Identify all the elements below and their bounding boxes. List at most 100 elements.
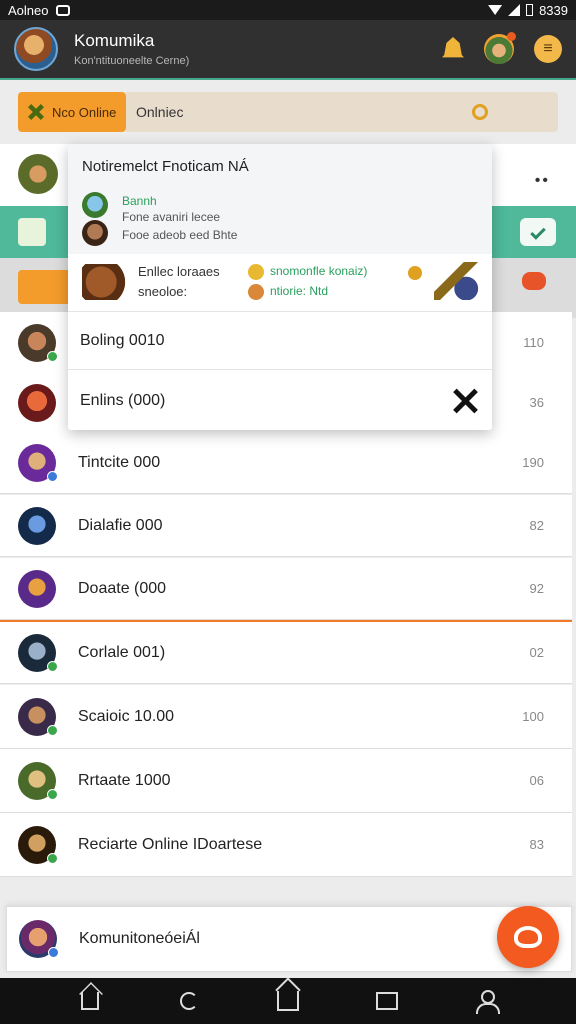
list-item[interactable]: Rrtaate 1000 06 xyxy=(0,749,572,813)
user-icon xyxy=(476,990,501,1014)
gamepad-icon xyxy=(514,926,542,948)
online-badge-icon xyxy=(47,724,58,736)
sender-message-line: Fone avaniri lecee xyxy=(122,210,221,224)
avatar xyxy=(18,697,58,736)
status-bar: Aolneo 8339 xyxy=(0,0,576,20)
bottom-chat-card[interactable]: KomunitoneóeiÁl xyxy=(6,906,572,972)
list-item-count: 190 xyxy=(522,455,544,470)
status-badge-icon xyxy=(48,947,59,958)
compose-fab-button[interactable] xyxy=(497,906,559,968)
online-badge-icon xyxy=(47,852,58,864)
list-item-count: 100 xyxy=(522,709,544,724)
avatar xyxy=(18,825,58,864)
profile-avatar[interactable] xyxy=(14,27,58,71)
bell-icon[interactable] xyxy=(442,37,464,58)
emoji-icon xyxy=(248,284,264,300)
list-item[interactable]: Dialafie 000 82 xyxy=(0,495,572,557)
online-chip-label: Nco Online xyxy=(52,104,117,120)
list-item-name: Reciarte Online IDoartese xyxy=(78,835,263,853)
app-title: Komumika xyxy=(74,31,155,50)
list-item[interactable]: Tintcite 000 190 xyxy=(0,432,572,494)
hero-icon[interactable] xyxy=(484,32,516,64)
online-badge-icon xyxy=(47,660,58,672)
list-item-count: 92 xyxy=(529,581,544,596)
coin-icon xyxy=(408,266,422,280)
popup-header: Notiremelct Fnoticam NÁ Bannh Fone avani… xyxy=(68,144,492,254)
list-item-name: Doaate (000 xyxy=(78,579,167,597)
list-item[interactable]: Scaioic 10.00 100 xyxy=(0,685,572,749)
list-item-count: 83 xyxy=(529,837,544,852)
search-input-value: Onlniec xyxy=(136,104,184,120)
battery-icon xyxy=(526,4,534,16)
online-badge-icon xyxy=(47,350,58,362)
list-item[interactable]: Reciarte Online IDoartese 83 xyxy=(0,813,572,877)
crossed-swords-icon xyxy=(28,104,44,120)
refresh-icon xyxy=(179,992,198,1010)
attachment-label: Enllec loraaes xyxy=(138,264,220,279)
list-item-name: Scaioic 10.00 xyxy=(78,707,175,725)
notification-popup: Notiremelct Fnoticam NÁ Bannh Fone avani… xyxy=(68,144,492,430)
status-badge-icon xyxy=(47,470,58,482)
nav-inbox[interactable] xyxy=(367,981,407,1021)
avatar xyxy=(18,383,56,422)
popup-menu-item-label: Enlins (000) xyxy=(80,392,166,409)
attachment-label: sneoloe: xyxy=(138,284,188,299)
list-item[interactable]: Doaate (000 92 xyxy=(0,558,572,620)
avatar xyxy=(18,506,56,545)
list-item-count: 36 xyxy=(529,395,544,410)
online-filter-chip[interactable]: Nco Online xyxy=(18,92,126,132)
avatar xyxy=(18,443,58,482)
wifi-icon xyxy=(488,5,503,15)
check-button[interactable] xyxy=(520,218,556,246)
avatar xyxy=(18,569,56,608)
more-icon[interactable]: •• xyxy=(535,172,550,190)
avatar xyxy=(18,323,58,362)
coin-icon[interactable] xyxy=(472,104,488,120)
list-item[interactable]: Corlale 001) 02 xyxy=(0,620,572,684)
orange-tag[interactable] xyxy=(18,270,72,304)
list-item-name: Tintcite 000 xyxy=(78,453,161,471)
bottom-nav xyxy=(0,978,576,1024)
list-item-count: 82 xyxy=(529,518,544,533)
list-item-name: Rrtaate 1000 xyxy=(78,771,171,789)
list-item-count: 06 xyxy=(529,773,544,788)
pinned-avatar[interactable] xyxy=(18,154,58,194)
app-header: Komumika Kon'ntituoneelte Cerne) ≡ xyxy=(0,20,576,80)
nav-refresh[interactable] xyxy=(169,981,209,1021)
home-icon xyxy=(80,992,99,1010)
emoji-icon xyxy=(248,264,264,280)
list-item-name: Corlale 001) xyxy=(78,643,166,661)
menu-icon[interactable]: ≡ xyxy=(534,35,562,63)
filter-bar: Nco Online Onlniec xyxy=(0,82,576,142)
popup-menu-item[interactable]: Enlins (000) xyxy=(68,372,492,430)
leaf-icon[interactable] xyxy=(18,218,46,246)
popup-menu-item-label: Boling 0010 xyxy=(80,331,165,349)
online-badge-icon xyxy=(47,788,58,800)
popup-attachments[interactable]: Enllec loraaes sneoloe: snomonfle konaiz… xyxy=(68,256,492,312)
attachment-detail: ntiorie: Ntd xyxy=(270,284,329,298)
status-left-label: Aolneo xyxy=(8,2,49,18)
nav-house[interactable] xyxy=(268,981,308,1021)
popup-title: Notiremelct Fnoticam NÁ xyxy=(82,158,249,175)
avatar xyxy=(19,920,59,958)
signal-icon xyxy=(508,4,521,16)
list-item-count: 02 xyxy=(529,645,544,660)
nav-profile[interactable] xyxy=(466,981,506,1021)
avatar xyxy=(18,761,58,800)
bottom-card-label: KomunitoneóeiÁl xyxy=(79,930,200,947)
app-subtitle: Kon'ntituoneelte Cerne) xyxy=(74,55,190,67)
treasure-icon xyxy=(82,264,130,300)
inbox-icon xyxy=(376,992,399,1010)
nav-home[interactable] xyxy=(70,981,110,1021)
close-icon[interactable] xyxy=(452,388,478,414)
sender-name: Bannh xyxy=(122,194,157,208)
popup-menu-item[interactable]: Boling 0010 xyxy=(68,312,492,370)
sender-avatar-secondary xyxy=(82,220,108,246)
attachment-detail: snomonfle konaiz) xyxy=(270,264,368,278)
list-item-name: Dialafie 000 xyxy=(78,516,163,534)
notification-badge-icon[interactable] xyxy=(522,272,546,290)
notification-icon xyxy=(56,4,71,16)
weapon-icon xyxy=(434,262,480,300)
search-input[interactable]: Onlniec xyxy=(126,92,558,132)
sender-avatar xyxy=(82,192,108,218)
